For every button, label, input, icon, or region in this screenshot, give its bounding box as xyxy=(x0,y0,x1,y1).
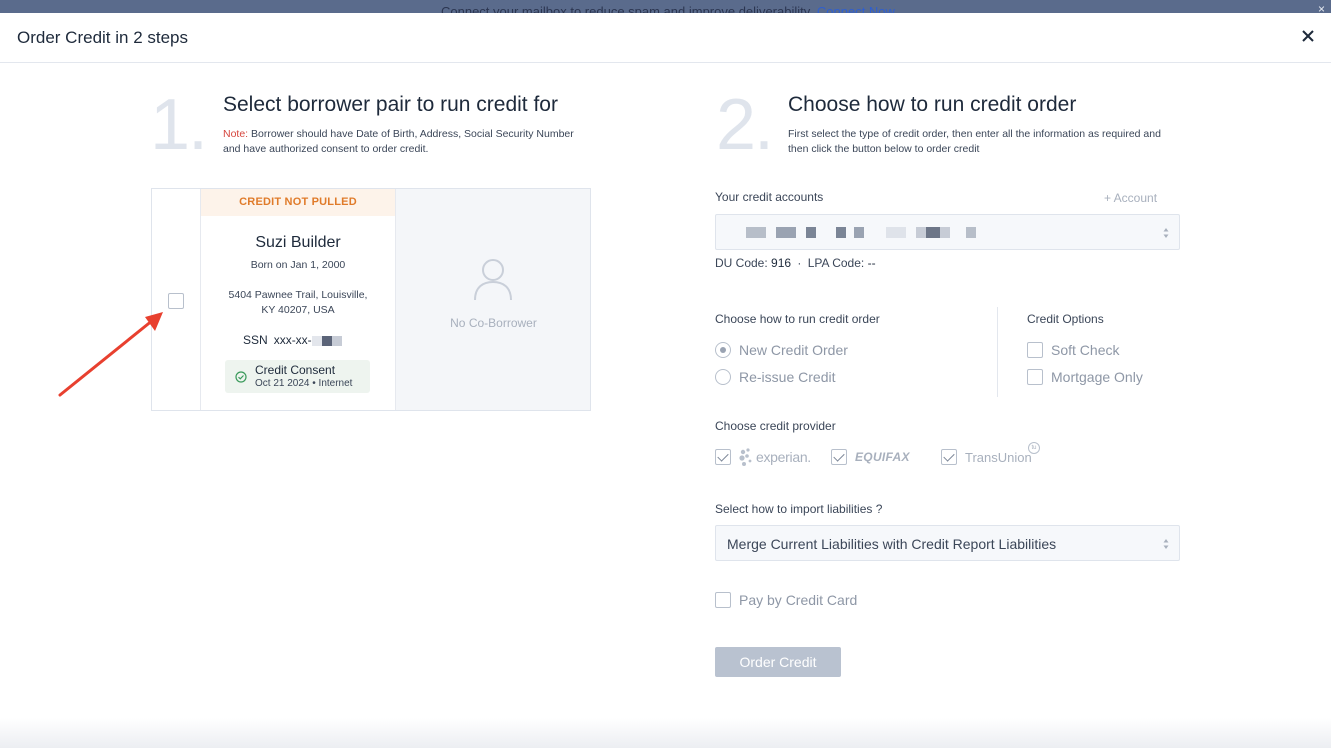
note-label: Note: xyxy=(223,128,249,140)
checkbox[interactable] xyxy=(715,449,731,465)
transunion-badge-icon: tu xyxy=(1028,442,1040,454)
bottom-fade xyxy=(0,718,1331,748)
du-lpa-codes: DU Code: 916 · LPA Code: -- xyxy=(715,256,876,270)
note-text: Borrower should have Date of Birth, Addr… xyxy=(223,128,574,155)
step-2-description: First select the type of credit order, t… xyxy=(788,128,1161,155)
close-icon[interactable] xyxy=(1299,27,1317,45)
import-liabilities-select[interactable]: Merge Current Liabilities with Credit Re… xyxy=(715,525,1180,561)
experian-label: experian. xyxy=(756,449,811,465)
borrower-column: CREDIT NOT PULLED Suzi Builder Born on J… xyxy=(201,189,395,410)
connect-now-link[interactable]: Connect Now xyxy=(817,4,895,14)
provider-equifax[interactable]: EQUIFAX xyxy=(831,446,910,468)
radio-button[interactable] xyxy=(715,369,731,385)
import-liabilities-value: Merge Current Liabilities with Credit Re… xyxy=(727,536,1057,552)
step-2-number: 2. xyxy=(716,85,774,165)
checkbox[interactable] xyxy=(1027,369,1043,385)
radio-label: New Credit Order xyxy=(739,342,848,358)
consent-title: Credit Consent xyxy=(255,363,336,377)
banner-message: Connect your mailbox to reduce spam and … xyxy=(441,4,813,14)
no-co-borrower-label: No Co-Borrower xyxy=(450,316,537,330)
run-order-label: Choose how to run credit order xyxy=(715,312,880,326)
banner-text: Connect your mailbox to reduce spam and … xyxy=(441,4,895,14)
credit-accounts-label: Your credit accounts xyxy=(715,190,824,204)
step-1-title: Select borrower pair to run credit for xyxy=(223,93,558,116)
add-account-button[interactable]: + Account xyxy=(1104,191,1157,205)
top-banner: Connect your mailbox to reduce spam and … xyxy=(0,0,1331,13)
credit-account-select[interactable] xyxy=(715,214,1180,250)
du-label: DU Code: xyxy=(715,256,768,270)
checkbox[interactable] xyxy=(941,449,957,465)
borrower-dob: Born on Jan 1, 2000 xyxy=(250,259,346,271)
order-credit-button[interactable]: Order Credit xyxy=(715,647,841,677)
select-arrows-icon xyxy=(1163,539,1169,549)
checkbox-mortgage-only[interactable]: Mortgage Only xyxy=(1027,369,1143,385)
checkbox[interactable] xyxy=(1027,342,1043,358)
borrower-ssn: SSN xxx-xx- xyxy=(243,333,342,347)
options-divider xyxy=(997,307,998,397)
person-icon xyxy=(474,259,512,301)
radio-label: Re-issue Credit xyxy=(739,369,836,385)
co-borrower-column: No Co-Borrower xyxy=(395,189,590,410)
borrower-address: 5404 Pawnee Trail, Louisville, KY 40207,… xyxy=(228,289,368,316)
ssn-label: SSN xyxy=(243,333,268,347)
code-separator: · xyxy=(797,256,802,270)
lpa-value: -- xyxy=(867,256,876,270)
equifax-label: EQUIFAX xyxy=(855,450,910,464)
ssn-value: xxx-xx- xyxy=(273,333,312,347)
checkbox-label: Soft Check xyxy=(1051,342,1120,358)
radio-button[interactable] xyxy=(715,342,731,358)
du-value: 916 xyxy=(771,256,792,270)
borrower-pair-card: CREDIT NOT PULLED Suzi Builder Born on J… xyxy=(151,188,591,411)
borrower-name: Suzi Builder xyxy=(255,234,341,251)
step-1-note: Note: Borrower should have Date of Birth… xyxy=(223,127,593,157)
credit-provider-label: Choose credit provider xyxy=(715,419,836,433)
transunion-label: TransUnion xyxy=(965,449,1032,465)
provider-transunion[interactable]: TransUnion tu xyxy=(941,442,1040,468)
modal-header: Order Credit in 2 steps xyxy=(0,13,1331,63)
consent-date: Oct 21 2024 • Internet xyxy=(255,378,353,389)
banner-close-icon[interactable]: × xyxy=(1318,3,1325,13)
annotation-arrow xyxy=(58,312,163,397)
import-liabilities-label: Select how to import liabilities ? xyxy=(715,502,883,516)
lpa-label: LPA Code: xyxy=(807,256,865,270)
credit-status-badge: CREDIT NOT PULLED xyxy=(201,189,395,216)
modal-title: Order Credit in 2 steps xyxy=(17,28,189,47)
select-arrows-icon xyxy=(1163,228,1169,238)
radio-new-credit-order[interactable]: New Credit Order xyxy=(715,342,848,358)
checkbox-soft-check[interactable]: Soft Check xyxy=(1027,342,1119,358)
credit-options-label: Credit Options xyxy=(1027,312,1104,326)
checkbox-label: Mortgage Only xyxy=(1051,369,1143,385)
check-circle-icon xyxy=(235,371,247,383)
step-2-title: Choose how to run credit order xyxy=(788,93,1077,116)
step-1-number: 1. xyxy=(150,85,208,165)
borrower-pair-checkbox[interactable] xyxy=(168,293,184,309)
checkbox-pay-by-credit-card[interactable]: Pay by Credit Card xyxy=(715,592,857,608)
provider-experian[interactable]: experian. xyxy=(715,446,811,468)
radio-reissue-credit[interactable]: Re-issue Credit xyxy=(715,369,835,385)
ssn-redaction xyxy=(311,335,342,346)
credit-consent-badge: Credit Consent Oct 21 2024 • Internet xyxy=(225,360,370,393)
experian-logo-icon xyxy=(739,448,752,466)
checkbox-label: Pay by Credit Card xyxy=(739,592,858,608)
checkbox[interactable] xyxy=(715,592,731,608)
checkbox[interactable] xyxy=(831,449,847,465)
